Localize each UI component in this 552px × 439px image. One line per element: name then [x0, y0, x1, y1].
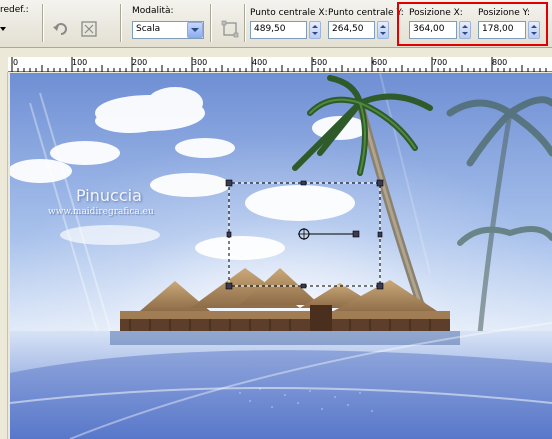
- ruler-label: 400: [252, 58, 268, 67]
- separator: [210, 4, 212, 42]
- preset-dropdown-arrow-icon[interactable]: [0, 25, 8, 33]
- center-y-spin-icon[interactable]: [377, 21, 389, 39]
- center-x-label: Punto centrale X:: [250, 8, 328, 18]
- separator: [42, 4, 44, 42]
- ruler-label: 800: [492, 58, 508, 67]
- center-x-spin-icon[interactable]: [309, 21, 321, 39]
- beach-scene-image: [10, 73, 552, 439]
- highlight-box: [397, 2, 548, 46]
- preset-label: redef.:: [0, 5, 29, 15]
- center-x-field[interactable]: 489,50: [250, 21, 307, 39]
- separator: [120, 4, 122, 42]
- ruler-label: 100: [72, 58, 88, 67]
- ruler-label: 600: [372, 58, 388, 67]
- mode-value: Scala: [136, 24, 161, 34]
- ruler-label: 200: [132, 58, 148, 67]
- center-y-field[interactable]: 264,50: [328, 21, 375, 39]
- ruler-corner: [0, 57, 8, 72]
- horizontal-ruler[interactable]: 0 100 200 300 400 500 600 700 800: [0, 57, 552, 72]
- ruler-label: 700: [432, 58, 448, 67]
- watermark-url: www.maidiregrafica.eu: [48, 207, 154, 217]
- ruler-label: 300: [192, 58, 208, 67]
- mode-label: Modalità:: [132, 6, 174, 16]
- reset-icon[interactable]: [80, 20, 98, 38]
- ruler-label: 500: [312, 58, 328, 67]
- watermark-name: Pinuccia: [76, 186, 142, 205]
- center-y-label: Punto centrale Y:: [328, 8, 404, 18]
- center-y-value: 264,50: [332, 24, 364, 34]
- separator: [244, 4, 246, 42]
- center-x-value: 489,50: [254, 24, 286, 34]
- tool-options-bar: redef.: Modalità: Scala Punto centrale X…: [0, 0, 552, 48]
- combo-arrow-icon[interactable]: [187, 22, 203, 38]
- undo-icon[interactable]: [52, 20, 70, 38]
- ruler-label: 0: [13, 58, 19, 67]
- deform-tool-icon[interactable]: [221, 20, 239, 38]
- image-canvas[interactable]: Pinuccia www.maidiregrafica.eu: [10, 73, 552, 439]
- vertical-ruler[interactable]: [0, 72, 8, 439]
